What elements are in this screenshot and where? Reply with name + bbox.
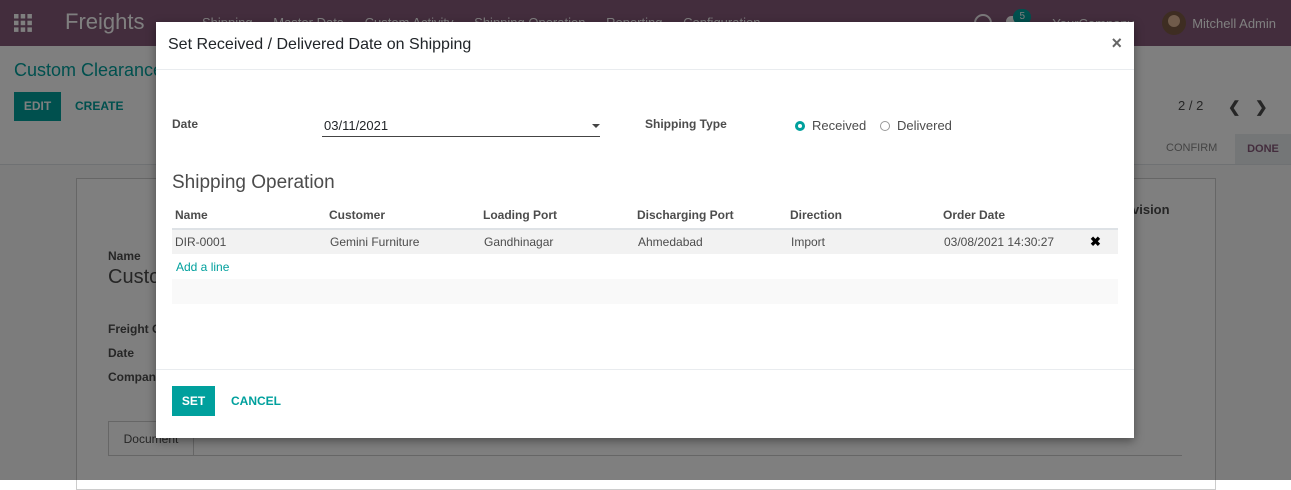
add-line-row: Add a line (172, 254, 1118, 279)
radio-delivered[interactable]: Delivered (880, 118, 952, 133)
column-header-loading-port[interactable]: Loading Port (483, 208, 557, 222)
cell-order-date[interactable]: 03/08/2021 14:30:27 (944, 235, 1054, 249)
set-button[interactable]: SET (172, 386, 215, 416)
cell-discharging-port[interactable]: Ahmedabad (638, 235, 703, 249)
date-field-value[interactable]: 03/11/2021 (324, 118, 388, 133)
date-field[interactable]: 03/11/2021 (322, 116, 600, 137)
radio-unchecked-icon[interactable] (880, 120, 890, 131)
cancel-button[interactable]: CANCEL (231, 386, 281, 416)
section-title: Shipping Operation (172, 172, 335, 193)
shipping-type-label: Shipping Type (645, 117, 727, 131)
radio-delivered-label[interactable]: Delivered (897, 118, 952, 133)
add-line-link[interactable]: Add a line (176, 260, 229, 274)
close-icon[interactable]: × (1111, 33, 1122, 54)
delete-row-icon[interactable]: ✖ (1090, 234, 1101, 250)
cell-direction[interactable]: Import (791, 235, 825, 249)
set-date-dialog: Set Received / Delivered Date on Shippin… (156, 22, 1134, 438)
column-header-name[interactable]: Name (175, 208, 208, 222)
column-header-customer[interactable]: Customer (329, 208, 385, 222)
dialog-footer: SET CANCEL (156, 369, 1134, 439)
date-label: Date (172, 117, 199, 131)
cell-loading-port[interactable]: Gandhinagar (484, 235, 553, 249)
dialog-title: Set Received / Delivered Date on Shippin… (168, 36, 472, 53)
shipping-operation-table: Name Customer Loading Port Discharging P… (172, 204, 1118, 304)
table-header: Name Customer Loading Port Discharging P… (172, 204, 1118, 230)
cell-name[interactable]: DIR-0001 (175, 235, 226, 249)
column-header-direction[interactable]: Direction (790, 208, 842, 222)
caret-down-icon[interactable] (592, 124, 600, 128)
table-row[interactable]: DIR-0001 Gemini Furniture Gandhinagar Ah… (172, 230, 1118, 254)
column-header-order-date[interactable]: Order Date (943, 208, 1005, 222)
column-header-discharging-port[interactable]: Discharging Port (637, 208, 734, 222)
table-empty-row (172, 279, 1118, 304)
radio-received-label[interactable]: Received (812, 118, 866, 133)
dialog-header: Set Received / Delivered Date on Shippin… (156, 22, 1134, 70)
cell-customer[interactable]: Gemini Furniture (330, 235, 419, 249)
radio-checked-icon[interactable] (795, 120, 805, 131)
radio-received[interactable]: Received (795, 118, 866, 133)
